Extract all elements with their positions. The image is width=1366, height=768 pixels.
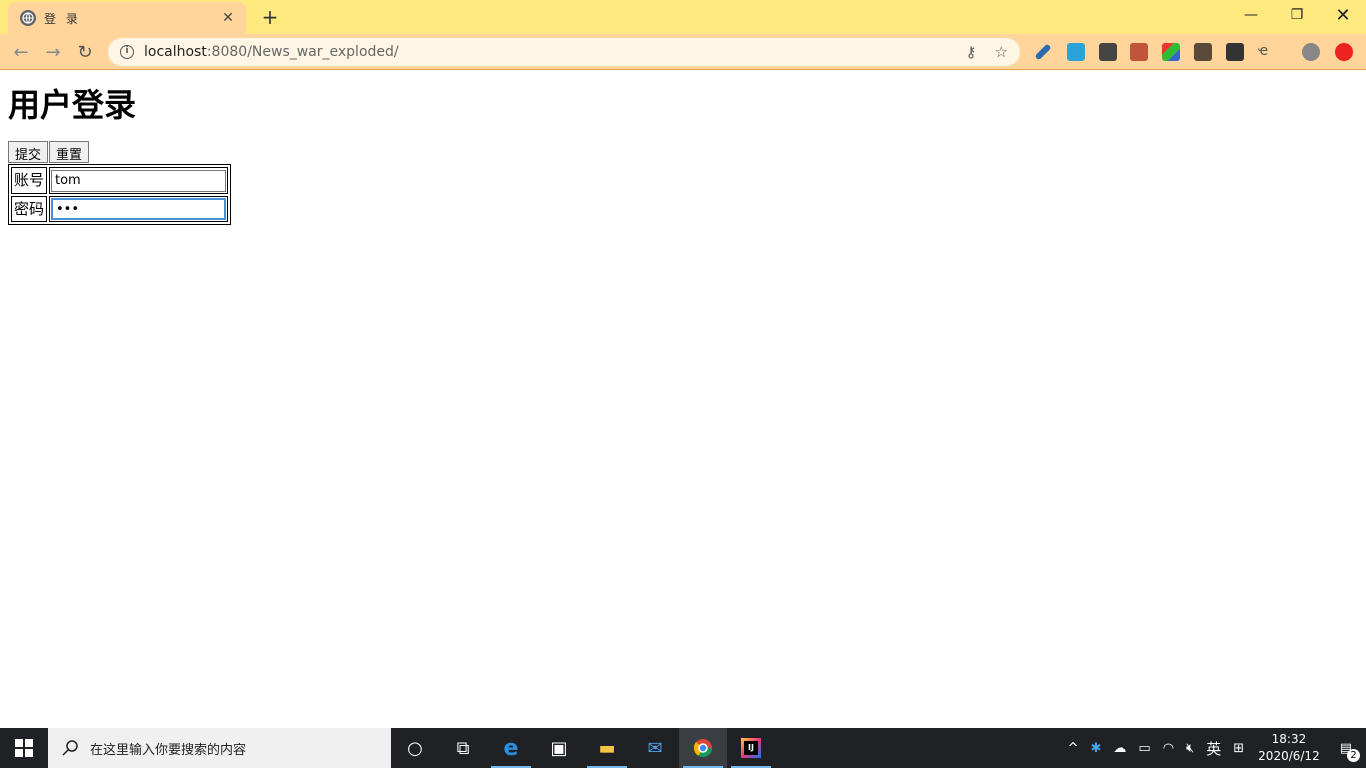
translate-extension-icon[interactable]: [1067, 43, 1085, 61]
clock-date: 2020/6/12: [1258, 749, 1320, 763]
notification-center-icon[interactable]: ▤ 2: [1340, 741, 1360, 762]
selenium-extension-icon[interactable]: [1194, 43, 1212, 61]
login-form-table: 账号 密码: [8, 164, 231, 225]
minimize-button[interactable]: —: [1228, 0, 1274, 30]
tab-close-icon[interactable]: ✕: [220, 10, 236, 26]
address-bar[interactable]: i localhost:8080/News_war_exploded/ ⚷ ☆: [108, 38, 1020, 66]
page-content: 用户登录 提交 重置 账号 密码: [0, 71, 1366, 728]
taskbar-search-box[interactable]: 在这里输入你要搜索的内容: [48, 728, 391, 768]
close-window-button[interactable]: ✕: [1320, 0, 1366, 30]
clock[interactable]: 18:32 2020/6/12: [1258, 731, 1320, 765]
submit-button[interactable]: 提交: [8, 141, 49, 163]
file-explorer-icon[interactable]: ▬: [583, 728, 631, 768]
browser-titlebar: 登 录 ✕ + — ❐ ✕: [0, 0, 1366, 34]
password-label: 密码: [11, 195, 47, 222]
volume-muted-icon[interactable]: 🔇︎: [1186, 741, 1194, 756]
page-title: 用户登录: [8, 86, 137, 124]
clock-time: 18:32: [1271, 732, 1307, 746]
password-cell: [49, 195, 228, 222]
ime-indicator[interactable]: 英: [1206, 738, 1221, 759]
url-path: :8080/News_war_exploded/: [206, 44, 399, 60]
edge-browser-icon[interactable]: e: [487, 728, 535, 768]
system-tray: ^ ✱ ☁ ▭ ◠ 🔇︎ 英 ⊞ 18:32 2020/6/12 ▤ 2: [1062, 728, 1366, 768]
search-icon: [62, 740, 78, 756]
star-icon[interactable]: ☆: [995, 43, 1008, 61]
browser-tab[interactable]: 登 录 ✕: [8, 2, 246, 34]
profile-avatar[interactable]: [1302, 43, 1320, 61]
ime-mode-icon[interactable]: ⊞: [1233, 741, 1244, 756]
taskbar: 在这里输入你要搜索的内容 ○ ⧉ e ▣ ▬ ✉ IJ ^ ✱ ☁ ▭ ◠ 🔇︎…: [0, 728, 1366, 768]
bluetooth-icon[interactable]: ✱: [1091, 741, 1102, 756]
intellij-icon[interactable]: IJ: [727, 728, 775, 768]
account-input[interactable]: [51, 169, 226, 192]
search-placeholder: 在这里输入你要搜索的内容: [90, 742, 247, 758]
reset-button[interactable]: 重置: [49, 141, 90, 163]
red-extension-icon[interactable]: [1335, 43, 1353, 61]
mail-icon[interactable]: ✉: [631, 728, 679, 768]
browser-toolbar: ← → ↻ i localhost:8080/News_war_exploded…: [0, 34, 1366, 70]
tab-title: 登 录: [44, 11, 81, 26]
edge-extension-icon[interactable]: ҽ: [1258, 43, 1276, 61]
reload-icon[interactable]: ↻: [72, 40, 98, 64]
password-row: 密码: [11, 195, 228, 222]
cortana-icon[interactable]: ○: [391, 728, 439, 768]
x-extension-icon[interactable]: [1226, 43, 1244, 61]
key-icon[interactable]: ⚷: [966, 43, 977, 61]
button-row: 提交 重置: [8, 141, 1358, 163]
account-cell: [49, 167, 228, 194]
store-icon[interactable]: ▣: [535, 728, 583, 768]
onedrive-cloud-icon[interactable]: ☁: [1113, 741, 1126, 756]
task-view-icon[interactable]: ⧉: [439, 728, 487, 768]
url-host: localhost: [144, 44, 207, 60]
windows-start-icon[interactable]: [0, 728, 48, 768]
lightbulb-extension-icon[interactable]: [1099, 43, 1117, 61]
pdf-extension-icon[interactable]: [1130, 43, 1148, 61]
multicolor-extension-icon[interactable]: [1162, 43, 1180, 61]
highlighter-extension-icon[interactable]: [1034, 43, 1052, 61]
battery-icon[interactable]: ▭: [1138, 741, 1150, 756]
site-info-icon[interactable]: i: [120, 45, 134, 59]
globe-icon: [20, 10, 36, 26]
wifi-icon[interactable]: ◠: [1163, 741, 1174, 756]
account-label: 账号: [11, 167, 47, 194]
restore-button[interactable]: ❐: [1274, 0, 1320, 30]
account-row: 账号: [11, 167, 228, 194]
notification-badge: 2: [1347, 748, 1360, 762]
back-arrow-icon[interactable]: ←: [8, 40, 34, 64]
url-text[interactable]: localhost:8080/News_war_exploded/: [144, 44, 948, 60]
show-hidden-icons-icon[interactable]: ^: [1068, 741, 1079, 756]
new-tab-button[interactable]: +: [256, 5, 284, 29]
forward-arrow-icon[interactable]: →: [40, 40, 66, 64]
password-input[interactable]: [51, 198, 226, 220]
chrome-icon[interactable]: [679, 728, 727, 768]
